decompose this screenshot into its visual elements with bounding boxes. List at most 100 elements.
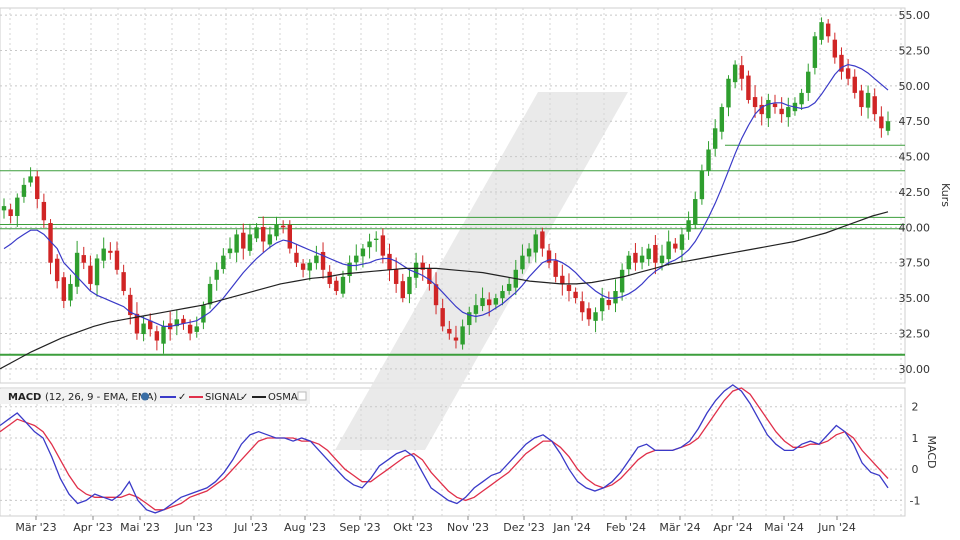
candle-body [573, 291, 578, 299]
osma-visibility-checkbox[interactable] [297, 391, 307, 401]
macd-settings-icon[interactable] [141, 392, 149, 401]
candle-body [580, 301, 585, 313]
candle-body [712, 128, 718, 149]
candle-body [699, 170, 705, 200]
candle-body [739, 65, 744, 79]
candle-body [214, 269, 219, 280]
candle-body [453, 337, 459, 341]
candle-body [806, 71, 811, 93]
candle-body [267, 234, 273, 245]
price-y-tick: 37.50 [899, 257, 931, 270]
candle-body [460, 326, 465, 345]
candle-body [108, 250, 113, 253]
candle-body [21, 184, 27, 197]
candle-body [81, 255, 86, 263]
macd-visibility-icon[interactable]: ✓ [178, 392, 186, 403]
candle-body [852, 76, 857, 93]
macd-y-axis: 2 1 0 -1 [910, 401, 921, 508]
candle-body [553, 260, 558, 277]
candle-body [227, 248, 233, 254]
candle-body [88, 265, 93, 284]
candle-body [340, 276, 346, 294]
candle-body [626, 255, 631, 270]
candle-body [374, 238, 379, 240]
candle-body [779, 108, 784, 115]
candle-body [241, 232, 246, 249]
candle-body [719, 107, 725, 132]
signal-visibility-icon[interactable]: ✓ [240, 392, 248, 403]
price-y-tick: 42.50 [899, 186, 931, 199]
candle-body [367, 241, 372, 248]
candle-body [766, 99, 771, 119]
candle-body [300, 263, 306, 270]
x-tick-label: Jan '24 [552, 521, 590, 534]
candle-body [274, 224, 279, 237]
price-y-tick: 47.50 [899, 115, 931, 128]
candle-body [314, 255, 319, 264]
candle-body [540, 231, 545, 249]
macd-y-tick: -1 [910, 494, 921, 507]
x-tick-label: Okt '23 [393, 521, 433, 534]
candle-body [506, 283, 512, 291]
candle-body [440, 308, 445, 327]
candle-body [74, 252, 80, 287]
candle-body [294, 252, 299, 263]
candle-body [61, 277, 67, 301]
candle-body [334, 280, 339, 292]
x-tick-label: Aug '23 [284, 521, 326, 534]
candle-body [473, 305, 479, 314]
candle-body [693, 199, 698, 225]
candle-body [407, 276, 412, 295]
x-tick-label: Mär '23 [15, 521, 56, 534]
candle-body [752, 97, 758, 108]
candle-body [653, 244, 658, 263]
candle-body [360, 248, 366, 257]
candle-body [480, 298, 485, 307]
candle-body [619, 269, 625, 293]
candle-body [786, 107, 791, 118]
candle-body [586, 308, 592, 320]
signal-legend-label: SIGNAL [205, 392, 242, 403]
date-x-axis: Mär '23 Apr '23 Mai '23 Jun '23 Jul '23 Aug '… [15, 516, 856, 534]
candle-body [247, 234, 253, 251]
candle-body [327, 271, 332, 284]
candle-body [606, 299, 612, 306]
macd-y-axis-label: MACD [925, 436, 938, 469]
candle-body [879, 116, 884, 129]
candle-body [666, 241, 671, 260]
candle-body [1, 206, 7, 211]
candle-body [872, 96, 877, 115]
candle-body [413, 262, 419, 278]
x-tick-label: Apr '23 [73, 521, 113, 534]
price-y-tick: 32.50 [899, 327, 931, 340]
price-y-tick: 40.00 [899, 221, 931, 234]
macd-legend-title: MACD [8, 392, 41, 403]
candle-body [659, 255, 665, 264]
candle-body [746, 75, 751, 100]
macd-y-tick: 0 [912, 463, 919, 476]
candle-body [566, 284, 572, 292]
candle-body [141, 323, 146, 334]
candle-body [221, 255, 226, 270]
candle-body [732, 64, 738, 83]
x-tick-label: Feb '24 [606, 521, 646, 534]
candle-body [799, 92, 804, 105]
candle-body [812, 36, 818, 68]
price-y-tick: 52.50 [899, 44, 931, 57]
candle-body [487, 299, 492, 306]
candle-body [679, 234, 685, 250]
candle-body [380, 235, 386, 256]
candle-body [154, 331, 160, 341]
chart-canvas: 30.00 32.50 35.00 37.50 40.00 42.50 45.00 47.50… [0, 7, 952, 534]
candle-body [599, 298, 605, 312]
candle-body [560, 275, 565, 284]
candle-body [646, 248, 651, 260]
macd-legend: MACD (12, 26, 9 - EMA, EMA) ✓ SIGNAL ✓ O… [0, 389, 310, 404]
candle-body [35, 176, 40, 200]
x-tick-label: Dez '23 [503, 521, 545, 534]
candle-body [520, 255, 525, 270]
macd-legend-params: (12, 26, 9 - EMA, EMA) [45, 392, 157, 403]
candle-body [726, 78, 731, 108]
candle-body [101, 248, 106, 261]
candle-body [832, 39, 838, 58]
